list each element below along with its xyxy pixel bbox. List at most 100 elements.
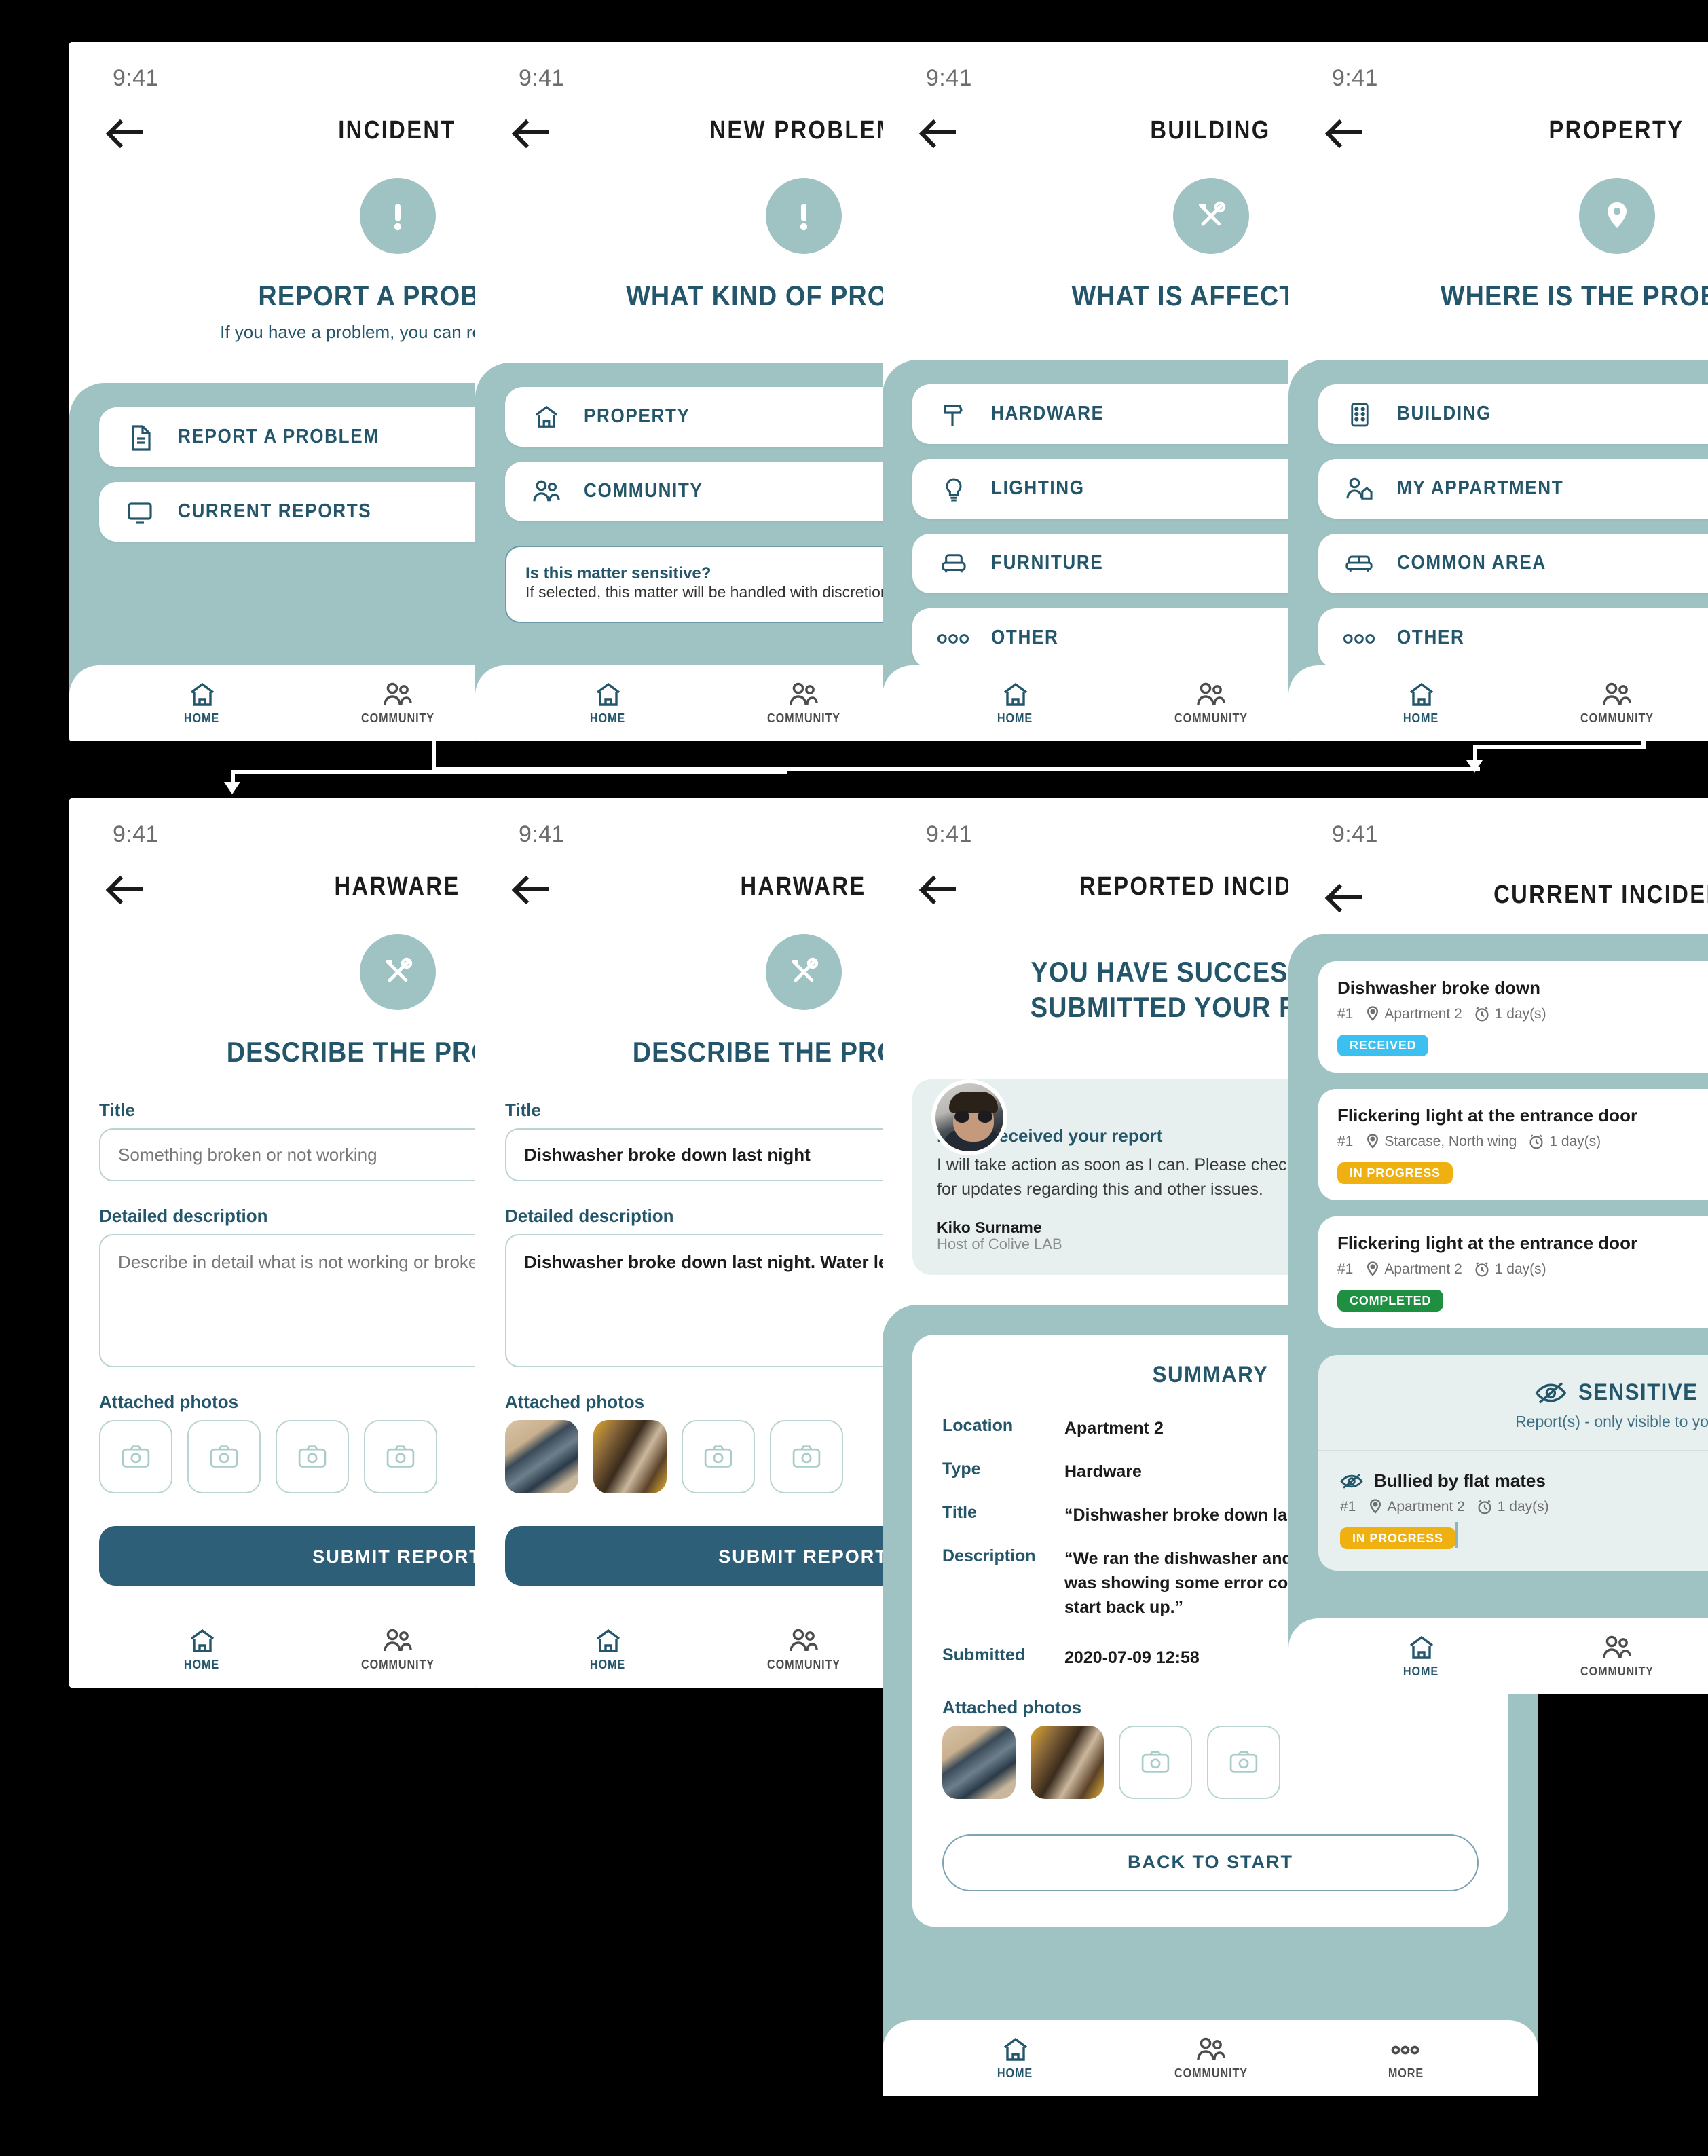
tab-home[interactable]: HOME [510,1628,705,1677]
tab-home[interactable]: HOME [105,682,299,730]
tab-home[interactable]: HOME [1324,1635,1519,1684]
incident-location: Apartment 2 [1384,1261,1462,1278]
tab-home[interactable]: HOME [105,1628,299,1677]
status-time: 9:41 [926,821,972,847]
photo-slot-4[interactable] [1207,1725,1280,1799]
status-badge: IN PROGRESS [1337,1162,1453,1184]
tab-label: COMMUNITY [1174,711,1247,725]
status-time: 9:41 [519,65,565,91]
tab-community[interactable]: COMMUNITY [705,682,900,730]
screen-property: 9:41 PROPERTY WHERE IS THE PROBLEM? [1288,42,1708,741]
tab-community[interactable]: COMMUNITY [299,682,494,730]
sensitive-heading: SENSITIVE [1578,1379,1698,1405]
tab-label: HOME [184,711,220,725]
incident-location: Starcase, North wing [1384,1134,1517,1150]
tab-label: COMMUNITY [1580,711,1653,725]
menu-item-label: COMMON AREA [1397,553,1546,574]
status-time: 9:41 [926,65,972,91]
tab-label: HOME [184,1658,220,1671]
incident-age: 1 day(s) [1494,1006,1546,1022]
back-to-start-button[interactable]: BACK TO START [942,1834,1479,1891]
tab-more[interactable]: MORE [1308,2037,1503,2085]
photo-slot-3[interactable] [682,1420,755,1493]
chevron-right-icon [1455,1522,1458,1548]
status-badge: COMPLETED [1337,1290,1444,1312]
summary-key: Type [942,1459,981,1479]
nav-title: PROPERTY [1548,117,1684,145]
status-badge: IN PROGRESS [1340,1527,1455,1549]
flow-canvas: 9:41 INCIDENT REPORT A PROBLEM If you ha… [0,0,1708,2156]
bottom-tab-bar: HOME COMMUNITY MORE [1288,665,1708,741]
tab-community[interactable]: COMMUNITY [1519,1635,1708,1684]
status-time: 9:41 [519,821,565,847]
exclamation-icon [765,178,841,254]
sensitive-incident-row-1[interactable]: Bullied by flat mates #1 Apartment 2 1 d… [1318,1451,1708,1571]
photo-thumb-1[interactable] [942,1725,1016,1799]
tab-home[interactable]: HOME [918,682,1113,730]
menu-item-common-area[interactable]: COMMON AREA [1318,534,1708,593]
tab-community[interactable]: COMMUNITY [1113,2037,1307,2085]
photo-slot-3[interactable] [276,1420,349,1493]
incident-number: #1 [1340,1499,1356,1515]
tab-label: COMMUNITY [766,1658,840,1671]
hammer-icon [937,401,969,427]
incident-age: 1 day(s) [1494,1261,1546,1278]
menu-item-label: BUILDING [1397,403,1492,425]
bulb-icon [937,476,969,502]
photo-thumb-2[interactable] [593,1420,667,1493]
incident-title: Dishwasher broke down [1337,978,1541,998]
menu-item-other[interactable]: OTHER [1318,608,1708,668]
avatar [931,1079,1007,1155]
tab-label: HOME [997,2066,1033,2080]
sensitive-header: SENSITIVE Report(s) - only visible to yo… [1318,1355,1708,1451]
clock-icon [1529,1134,1543,1149]
sensitive-subheading: Report(s) - only visible to you [1515,1415,1708,1431]
menu-item-building[interactable]: BUILDING [1318,384,1708,444]
status-time: 9:41 [1332,65,1378,91]
incident-meta: #1 Apartment 2 1 day(s) [1340,1499,1708,1515]
screen-current-incident: 9:41 CURRENT INCIDENT Dishwasher broke d… [1288,798,1708,1694]
incident-row-1[interactable]: Dishwasher broke down #1 Apartment 2 1 d… [1318,961,1708,1073]
tab-community[interactable]: COMMUNITY [705,1628,900,1677]
tab-label: COMMUNITY [1174,2066,1247,2080]
nav-bar: PROPERTY [1288,99,1708,162]
tab-community[interactable]: COMMUNITY [1113,682,1307,730]
status-time: 9:41 [1332,821,1378,847]
menu-item-my-appartment[interactable]: MY APPARTMENT [1318,459,1708,519]
status-time: 9:41 [113,821,159,847]
tab-home[interactable]: HOME [510,682,705,730]
tab-label: HOME [1403,711,1439,725]
tab-community[interactable]: COMMUNITY [299,1628,494,1677]
photo-slot-3[interactable] [1119,1725,1192,1799]
status-badge: RECEIVED [1337,1035,1429,1056]
photo-thumb-1[interactable] [505,1420,578,1493]
tab-home[interactable]: HOME [1324,682,1519,730]
clock-icon [1475,1262,1489,1277]
summary-key: Submitted [942,1645,1026,1664]
summary-key: Location [942,1415,1014,1435]
eye-off-icon [1535,1382,1567,1404]
photo-slot-1[interactable] [99,1420,172,1493]
photo-slot-4[interactable] [364,1420,437,1493]
incident-age: 1 day(s) [1549,1134,1601,1150]
tab-home[interactable]: HOME [918,2037,1113,2085]
photo-slots [942,1725,1479,1799]
tab-community[interactable]: COMMUNITY [1519,682,1708,730]
photo-thumb-2[interactable] [1031,1725,1104,1799]
tab-label: HOME [997,711,1033,725]
building-icon [1343,401,1375,427]
summary-key: Title [942,1503,977,1522]
pin-icon [1578,178,1654,254]
eye-off-icon [1340,1473,1363,1488]
incident-location: Apartment 2 [1387,1499,1465,1515]
photo-slot-4[interactable] [770,1420,843,1493]
ellipsis-icon [1343,632,1375,644]
photo-slot-2[interactable] [187,1420,261,1493]
connector-row2-h [231,770,434,774]
incident-row-2[interactable]: Flickering light at the entrance door #1… [1318,1089,1708,1200]
pin-icon [1367,1134,1378,1149]
menu-item-label: MY APPARTMENT [1397,478,1564,500]
tab-label: MORE [1388,2066,1424,2080]
incident-number: #1 [1337,1006,1354,1022]
incident-row-3[interactable]: Flickering light at the entrance door #1… [1318,1216,1708,1328]
